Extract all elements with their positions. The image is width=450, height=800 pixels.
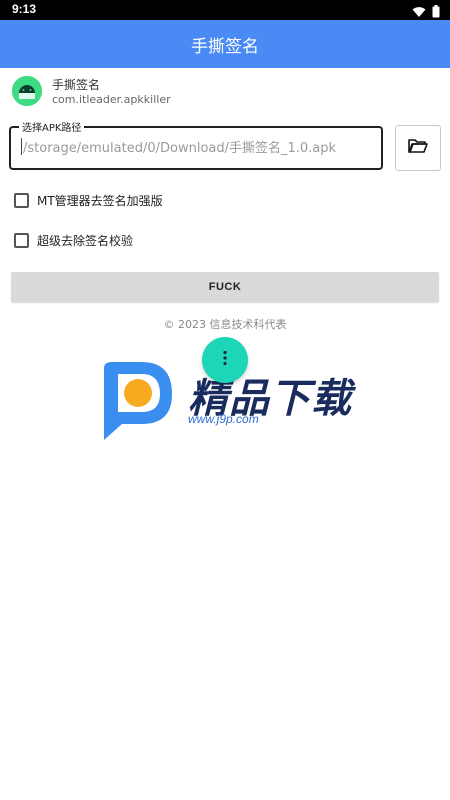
android-icon xyxy=(12,76,42,106)
app-name: 手撕签名 xyxy=(52,78,101,92)
browse-folder-button[interactable] xyxy=(395,125,441,171)
remove-verification-checkbox[interactable] xyxy=(14,232,29,248)
folder-open-icon xyxy=(408,138,428,158)
mt-signature-label: MT管理器去签名加强版 xyxy=(37,193,163,208)
more-vertical-icon xyxy=(222,350,228,370)
option-remove-verification[interactable]: 超级去除签名校验 xyxy=(14,231,133,249)
apk-path-label: 选择APK路径 xyxy=(19,119,85,134)
app-bar-title: 手撕签名 xyxy=(191,36,259,57)
fuck-button[interactable]: FUCK xyxy=(11,272,439,302)
status-bar: 9:13 xyxy=(0,0,450,20)
apk-path-input[interactable] xyxy=(21,138,375,155)
app-package: com.itleader.apkkiller xyxy=(52,93,171,106)
mt-signature-checkbox[interactable] xyxy=(14,192,29,208)
status-time: 9:13 xyxy=(12,2,37,16)
copyright-text: © 2023 信息技术科代表 xyxy=(163,318,287,331)
watermark-logo xyxy=(98,358,176,446)
app-info: 手撕签名 com.itleader.apkkiller xyxy=(12,74,432,110)
remove-verification-label: 超级去除签名校验 xyxy=(37,233,134,248)
option-mt-signature[interactable]: MT管理器去签名加强版 xyxy=(14,191,163,209)
more-options-fab[interactable] xyxy=(202,337,248,383)
apk-path-field[interactable]: 选择APK路径 xyxy=(9,119,383,170)
watermark-url: www.j9p.com xyxy=(188,412,259,426)
app-bar: 手撕签名 xyxy=(0,20,450,68)
